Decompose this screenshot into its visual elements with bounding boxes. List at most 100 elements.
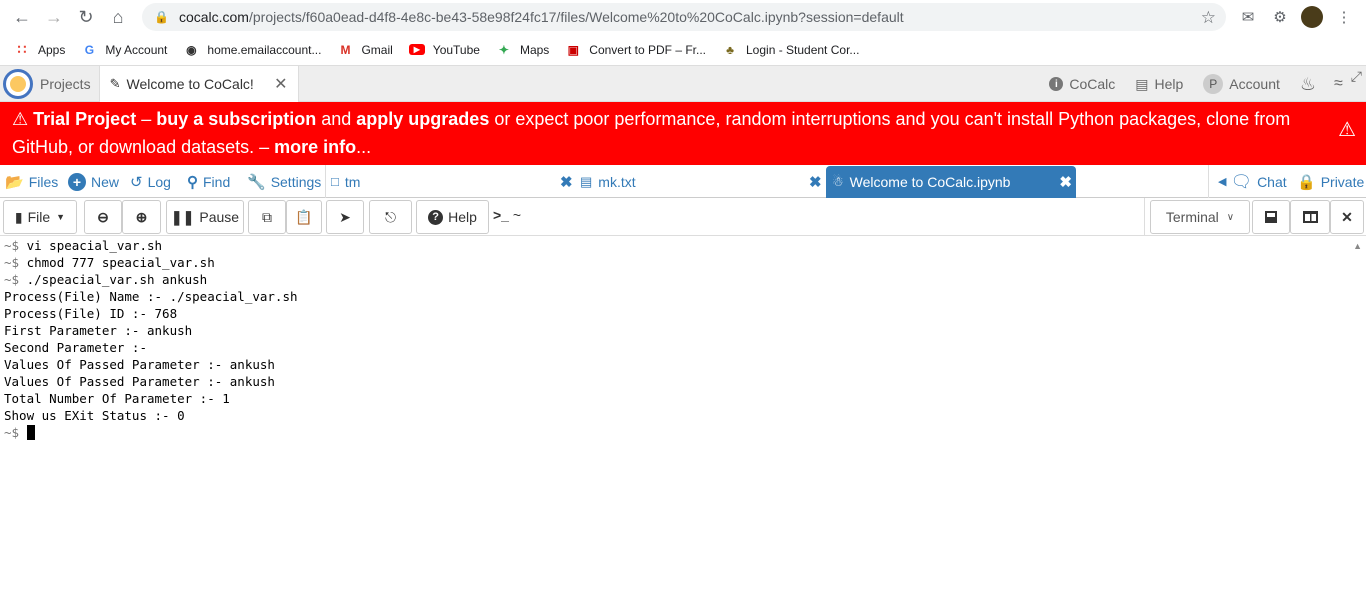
terminal-line: Process(File) Name :- ./speacial_var.sh xyxy=(4,288,1350,305)
help-button[interactable]: ▤ Help xyxy=(1135,76,1183,93)
file-icon: □ xyxy=(331,174,339,189)
copy-button[interactable]: ⧉ xyxy=(248,200,286,234)
bookmark-label: Convert to PDF – Fr... xyxy=(589,42,706,57)
tab-label: Files xyxy=(28,173,59,190)
scroll-up-icon[interactable]: ▲ xyxy=(1353,241,1362,251)
cocalc-info-button[interactable]: i CoCalc xyxy=(1049,76,1115,92)
tab-label: tm xyxy=(344,173,361,190)
tab-settings[interactable]: 🔧 Settings xyxy=(247,165,321,198)
bookmark-gmail[interactable]: M Gmail xyxy=(337,42,392,58)
close-icon: ✕ xyxy=(1341,208,1353,225)
private-button[interactable]: 🔒 Private xyxy=(1297,165,1364,198)
cocalc-logo-icon[interactable] xyxy=(0,66,36,102)
account-label: Account xyxy=(1229,76,1280,92)
question-circle-icon: ? xyxy=(428,209,444,225)
bookmark-convert-pdf[interactable]: ▣ Convert to PDF – Fr... xyxy=(565,42,706,58)
reload-icon[interactable]: ↻ xyxy=(70,0,102,34)
chat-button[interactable]: ◀ 🗨 Chat xyxy=(1218,165,1287,198)
lock-icon: 🔒 xyxy=(154,10,169,24)
cocalc-right-menu: i CoCalc ▤ Help P Account ♨ ≈ ⤢ xyxy=(1049,66,1366,102)
close-tab-icon[interactable]: ✖ xyxy=(1059,173,1072,191)
bookmark-youtube[interactable]: ▶ YouTube xyxy=(408,42,480,57)
bookmark-emailaccount[interactable]: ◉ home.emailaccount... xyxy=(183,42,321,58)
info-icon: i xyxy=(1049,77,1064,91)
fullscreen-icon[interactable]: ⤢ xyxy=(1351,68,1362,85)
kick-button[interactable]: ➤ xyxy=(326,200,364,234)
maps-icon: ✦ xyxy=(498,42,509,57)
pause-button[interactable]: ❚❚ Pause xyxy=(166,200,244,234)
account-button[interactable]: P Account xyxy=(1203,74,1280,94)
medkit-icon: ▤ xyxy=(1135,75,1149,92)
bookmark-label: Gmail xyxy=(361,42,393,57)
tab-new[interactable]: + New xyxy=(68,165,119,198)
terminal-text: Show us EXit Status :- 0 xyxy=(4,408,185,423)
sync-button[interactable]: ⎋ xyxy=(369,200,412,234)
terminal-prompt: ~$ xyxy=(4,255,20,270)
pdf-icon: ▣ xyxy=(567,42,579,57)
url-input[interactable]: 🔒 cocalc.com/projects/f60a0ead-d4f8-4e8c… xyxy=(142,3,1226,31)
paste-button[interactable]: 📋 xyxy=(286,200,322,234)
project-file-tabs: 📂 Files + New ↺ Log ⚲ Find 🔧 Settings □ tm ✖ ▤… xyxy=(0,165,1366,198)
bookmarks-bar: ∷ Apps G My Account ◉ home.emailaccount... … xyxy=(0,34,1366,66)
tab-label: Welcome to CoCalc! xyxy=(126,75,254,92)
tab-welcome-to-cocalc[interactable]: ✎ Welcome to CoCalc! ✕ xyxy=(98,65,299,102)
zoom-out-button[interactable]: ⊖ xyxy=(84,200,122,234)
close-tab-icon[interactable]: ✖ xyxy=(560,173,573,191)
terminal-current-line[interactable]: ~$ xyxy=(4,424,1350,441)
terminal-line: ~$ vi speacial_var.sh xyxy=(4,237,1350,254)
wifi-icon: ≈ xyxy=(1334,75,1343,92)
tab-file-welcome-ipynb[interactable]: ☃ Welcome to CoCalc.ipynb ✖ xyxy=(826,166,1076,198)
split-vertical-button[interactable] xyxy=(1290,200,1330,234)
cocalc-topbar: Projects ✎ Welcome to CoCalc! ✕ i CoCalc … xyxy=(0,65,1366,102)
terminal-output[interactable]: ~$ vi speacial_var.sh ~$ chmod 777 speaci… xyxy=(0,237,1350,616)
split-horizontal-button[interactable] xyxy=(1252,200,1290,234)
back-icon[interactable]: ← xyxy=(6,0,38,34)
profile-avatar[interactable] xyxy=(1301,6,1323,28)
home-icon[interactable]: ⌂ xyxy=(102,0,134,34)
bookmark-login-student[interactable]: ♣ Login - Student Cor... xyxy=(722,42,859,58)
terminal-line: First Parameter :- ankush xyxy=(4,322,1350,339)
tab-find[interactable]: ⚲ Find xyxy=(187,165,230,198)
terminal-prompt: ~$ xyxy=(4,272,20,287)
forward-icon[interactable]: → xyxy=(38,0,70,34)
projects-nav[interactable]: Projects xyxy=(36,66,99,102)
zoom-out-icon: ⊖ xyxy=(97,208,109,225)
notifications-bell-icon[interactable]: ♨ xyxy=(1300,74,1316,95)
tab-file-mk-txt[interactable]: ▤ mk.txt xyxy=(580,165,636,198)
bookmark-star-icon[interactable]: ☆ xyxy=(1201,8,1216,28)
more-info-link[interactable]: more info xyxy=(274,137,356,157)
terminal-icon: >_ xyxy=(493,207,509,223)
extension-mail-icon[interactable]: ✉ xyxy=(1238,7,1258,27)
close-frame-button[interactable]: ✕ xyxy=(1330,200,1364,234)
history-icon: ↺ xyxy=(130,173,143,191)
terminal-prompt: ~$ xyxy=(4,425,20,440)
extensions-puzzle-icon[interactable]: ⚙ xyxy=(1270,7,1290,27)
bookmark-maps[interactable]: ✦ Maps xyxy=(496,42,549,58)
file-menu-button[interactable]: ▮ File ▼ xyxy=(3,200,77,234)
close-tab-icon[interactable]: ✕ xyxy=(274,74,287,94)
url-path: /projects/f60a0ead-d4f8-4e8c-be43-58e98f… xyxy=(248,9,904,25)
help-button[interactable]: ? Help xyxy=(416,200,489,234)
close-tab-icon[interactable]: ✖ xyxy=(809,173,822,191)
banner-text: and xyxy=(316,109,357,129)
bookmark-my-account[interactable]: G My Account xyxy=(81,42,168,58)
terminal-text: vi speacial_var.sh xyxy=(19,238,163,253)
youtube-icon: ▶ xyxy=(408,44,425,55)
bookmark-apps[interactable]: ∷ Apps xyxy=(14,41,66,58)
tab-files[interactable]: 📂 Files xyxy=(5,165,58,198)
search-icon: ⚲ xyxy=(187,173,198,191)
zoom-in-button[interactable]: ⊕ xyxy=(122,200,161,234)
browser-menu-icon[interactable]: ⋮ xyxy=(1334,7,1354,27)
tab-label: Log xyxy=(147,173,171,190)
bookmark-label: YouTube xyxy=(432,42,480,57)
tab-file-tm[interactable]: □ tm xyxy=(331,165,360,198)
terminal-line: ~$ ./speacial_var.sh ankush xyxy=(4,271,1350,288)
pause-label: Pause xyxy=(199,209,240,225)
split-horizontal-icon xyxy=(1265,211,1277,223)
buy-subscription-link[interactable]: buy a subscription xyxy=(156,109,316,129)
apply-upgrades-link[interactable]: apply upgrades xyxy=(356,109,489,129)
tab-log[interactable]: ↺ Log xyxy=(130,165,171,198)
terminal-text: Total Number Of Parameter :- 1 xyxy=(4,391,230,406)
frame-type-select[interactable]: Terminal ∨ xyxy=(1150,200,1250,234)
terminal-text: Second Parameter :- xyxy=(4,340,147,355)
